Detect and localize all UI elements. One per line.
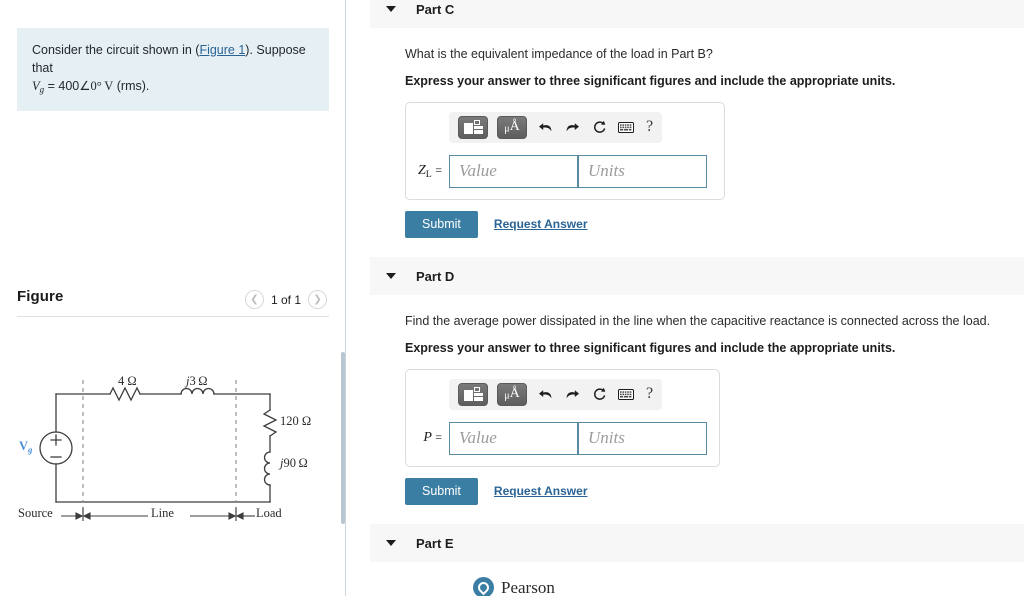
reset-icon[interactable] [590,117,608,137]
redo-icon[interactable] [563,384,581,404]
pearson-footer: Pearson [473,577,555,596]
answer-variable-label-part-d: P = [423,430,442,445]
figure-1-link[interactable]: Figure 1 [199,43,245,57]
answer-value-input-part-d[interactable] [449,421,578,455]
answer-variable-label-part-c: ZL = [417,162,442,180]
label-line-resistor: 4 Ω [118,374,137,388]
chevron-left-icon: ❮ [250,293,259,305]
figure-pager: ❮ 1 of 1 ❯ [245,290,328,309]
part-header-part-c[interactable]: Part C [370,0,1024,28]
answer-units-input-part-d[interactable] [578,421,707,455]
circuit-svg [39,380,278,524]
circuit-diagram: 4 Ω j3 Ω 120 Ω j90 Ω Vg Source Line Load [18,366,338,524]
answer-actions-part-c: Submit Request Answer [405,210,1005,238]
given-angle: ∠0° [79,79,102,94]
part-body-part-d: Find the average power dissipated in the… [347,313,1024,505]
undo-icon[interactable] [536,117,554,137]
answer-row-part-d: P = [416,421,709,455]
template-icon[interactable] [458,115,488,139]
figure-prev-button[interactable]: ❮ [245,290,264,309]
label-line-inductor: j3 Ω [186,374,208,388]
units-icon[interactable]: μÅ [497,382,527,406]
part-title-part-e: Part E [416,535,454,551]
given-tail: (rms). [116,79,150,94]
answer-widget-part-c: μÅ ? ZL = Value Units [405,101,725,200]
part-header-part-d[interactable]: Part D [370,257,1024,295]
label-region-source: Source [18,506,53,520]
question-instruction-part-d: Express your answer to three significant… [405,341,896,356]
part-header-part-e[interactable]: Part E [370,524,1024,562]
given-equals: = 400 [44,79,80,94]
help-icon[interactable]: ? [646,385,653,403]
part-body-part-c: What is the equivalent impedance of the … [347,46,1024,238]
problem-text-before: Consider the circuit shown in ( [32,43,200,57]
submit-button-part-d[interactable]: Submit [405,477,478,505]
question-text-part-c: What is the equivalent impedance of the … [405,47,713,61]
part-title-part-d: Part D [416,268,455,284]
label-load-inductor: j90 Ω [280,456,308,470]
figure-page-label: 1 of 1 [271,292,302,307]
caret-down-icon[interactable] [386,6,396,12]
redo-icon[interactable] [563,117,581,137]
page-root: Consider the circuit shown in (Figure 1)… [0,0,1024,596]
keyboard-icon[interactable] [617,384,635,404]
request-answer-link-part-c[interactable]: Request Answer [494,217,588,231]
chevron-right-icon: ❯ [313,293,322,305]
panel-divider [345,0,346,596]
answer-toolbar-part-d: μÅ ? [449,378,663,410]
panel-scrollbar-thumb[interactable] [341,352,345,524]
label-load-resistor: 120 Ω [280,414,312,428]
figure-next-button[interactable]: ❯ [308,290,328,309]
question-instruction-part-c: Express your answer to three significant… [405,74,896,89]
given-unit: V [104,79,114,94]
label-region-line: Line [151,506,174,520]
caret-down-icon[interactable] [386,273,396,279]
figure-panel-title: Figure [17,288,64,305]
label-region-load: Load [256,506,282,520]
figure-panel: Consider the circuit shown in (Figure 1)… [0,0,346,596]
undo-icon[interactable] [536,384,554,404]
question-panel: Part C What is the equivalent impedance … [347,0,1024,596]
given-variable: Vg [32,79,45,95]
request-answer-link-part-d[interactable]: Request Answer [494,484,588,498]
label-source-voltage: Vg [19,439,33,455]
answer-widget-part-d: μÅ ? P = Value Units [405,368,720,467]
pearson-logo-icon [473,577,494,596]
answer-units-input-part-c[interactable] [578,154,707,188]
reset-icon[interactable] [590,384,608,404]
question-text-part-d: Find the average power dissipated in the… [405,314,991,328]
help-icon[interactable]: ? [646,118,653,136]
caret-down-icon[interactable] [386,540,396,546]
figure-divider [17,316,329,317]
pearson-brand-name: Pearson [501,577,555,596]
submit-button-part-c[interactable]: Submit [405,210,478,238]
template-icon[interactable] [458,382,488,406]
part-title-part-c: Part C [416,1,455,17]
answer-value-input-part-c[interactable] [449,154,578,188]
problem-statement: Consider the circuit shown in (Figure 1)… [17,28,329,111]
keyboard-icon[interactable] [617,117,635,137]
answer-actions-part-d: Submit Request Answer [405,477,1005,505]
units-icon[interactable]: μÅ [497,115,527,139]
answer-toolbar-part-c: μÅ ? [449,111,663,143]
answer-row-part-c: ZL = [416,154,714,188]
